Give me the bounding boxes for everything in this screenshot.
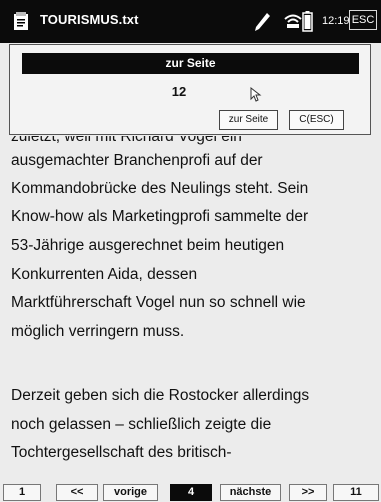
mouse-pointer-icon bbox=[250, 87, 262, 102]
pagination-bar: 1 << vorige 4 nächste >> 11 bbox=[0, 481, 381, 502]
text-line: ausgemachter Branchenprofi auf der bbox=[11, 152, 263, 169]
last-page-button[interactable]: 11 bbox=[333, 484, 379, 501]
pen-icon[interactable] bbox=[252, 11, 272, 33]
text-line: noch gelassen – schließlich zeigte die bbox=[11, 416, 272, 433]
previous-page-button[interactable]: vorige bbox=[103, 484, 158, 501]
cancel-button[interactable]: C(ESC) bbox=[289, 110, 344, 130]
goto-page-button[interactable]: zur Seite bbox=[219, 110, 278, 130]
text-line: 53-Jährige ausgerechnet beim heutigen bbox=[11, 237, 285, 254]
title-bar: TOURISMUS.txt 12:19 ESC bbox=[0, 0, 381, 43]
clock: 12:19 bbox=[322, 15, 350, 27]
esc-button[interactable]: ESC bbox=[349, 10, 377, 30]
page-number-input[interactable]: 12 bbox=[10, 84, 372, 99]
goto-page-dialog: zur Seite 12 zur Seite C(ESC) bbox=[9, 44, 371, 135]
text-line: Konkurrenten Aida, dessen bbox=[11, 266, 198, 283]
first-page-button[interactable]: 1 bbox=[3, 484, 41, 501]
battery-icon bbox=[302, 11, 313, 32]
text-line: Derzeit geben sich die Rostocker allerdi… bbox=[11, 387, 310, 404]
text-line: Know-how als Marketingprofi sammelte der bbox=[11, 208, 309, 225]
next-page-button[interactable]: nächste bbox=[220, 484, 281, 501]
current-page-indicator: 4 bbox=[170, 484, 212, 501]
text-line: möglich verringern muss. bbox=[11, 323, 185, 340]
document-icon bbox=[14, 12, 28, 30]
rewind-button[interactable]: << bbox=[56, 484, 98, 501]
text-line: Marktführerschaft Vogel nun so schnell w… bbox=[11, 294, 306, 311]
text-line: Tochtergesellschaft des britisch- bbox=[11, 444, 232, 461]
partially-hidden-line: zuletzt, weil mit Richard Vogel ein bbox=[11, 136, 242, 145]
text-line: Kommandobrücke des Neulings steht. Sein bbox=[11, 180, 309, 197]
dialog-title: zur Seite bbox=[22, 53, 359, 74]
wireless-icon bbox=[284, 14, 302, 28]
document-title: TOURISMUS.txt bbox=[40, 12, 139, 27]
forward-button[interactable]: >> bbox=[289, 484, 327, 501]
